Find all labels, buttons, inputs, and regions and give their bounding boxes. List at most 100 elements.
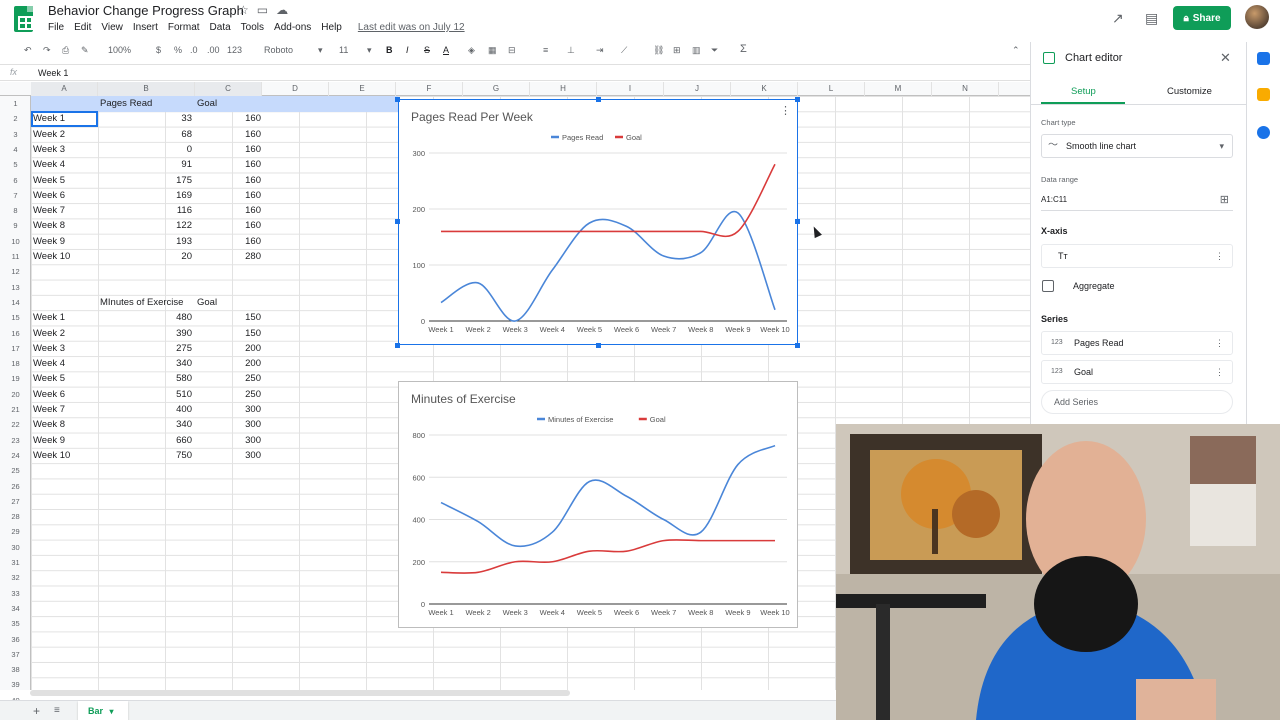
formula-input[interactable]: Week 1 (38, 68, 68, 78)
cell[interactable]: 122 (98, 218, 192, 233)
cell[interactable]: 160 (195, 234, 261, 249)
sheet-tab-bar[interactable]: Bar ▾ (78, 701, 128, 720)
document-title[interactable]: Behavior Change Progress Graph (48, 3, 244, 18)
horizontal-scrollbar[interactable] (30, 690, 570, 696)
row-header[interactable]: 27 (0, 494, 31, 509)
row-header[interactable]: 17 (0, 341, 31, 356)
menu-view[interactable]: View (101, 22, 123, 33)
borders-icon[interactable]: ▦ (488, 45, 497, 56)
resize-handle[interactable] (596, 343, 601, 348)
tab-setup[interactable]: Setup (1071, 86, 1096, 97)
row-header[interactable]: 36 (0, 632, 31, 647)
cell[interactable]: Week 8 (33, 218, 97, 233)
row-header[interactable]: 26 (0, 479, 31, 494)
cell[interactable]: 160 (195, 142, 261, 157)
resize-handle[interactable] (395, 219, 400, 224)
cell[interactable]: 116 (98, 203, 192, 218)
cell[interactable]: Goal (197, 96, 262, 111)
cell[interactable]: 275 (98, 341, 192, 356)
cell[interactable]: 580 (98, 371, 192, 386)
text-wrap-icon[interactable]: ⇥ (596, 45, 604, 56)
chart-pages-read[interactable]: Pages Read Per Week ⋮ 0 100 200 300 Week 1 We… (398, 99, 798, 345)
insert-chart-icon[interactable]: ▥ (692, 45, 701, 56)
cell[interactable]: 280 (195, 249, 261, 264)
column-header-g[interactable]: G (463, 82, 530, 96)
print-icon[interactable]: ⎙ (62, 45, 69, 56)
functions-button[interactable]: Σ (740, 43, 747, 55)
filter-icon[interactable]: ⏷ (711, 45, 718, 56)
column-header-i[interactable]: I (597, 82, 664, 96)
cell[interactable]: Week 3 (33, 341, 97, 356)
cell[interactable]: Week 7 (33, 203, 97, 218)
fill-color-icon[interactable]: ◈ (468, 45, 475, 56)
cell[interactable]: 175 (98, 173, 192, 188)
cell[interactable]: Week 4 (33, 157, 97, 172)
row-header[interactable]: 28 (0, 509, 31, 524)
cell[interactable]: 160 (195, 111, 261, 126)
cell[interactable]: Week 9 (33, 433, 97, 448)
row-header[interactable]: 32 (0, 570, 31, 585)
row-header[interactable]: 13 (0, 280, 31, 295)
vertical-align-icon[interactable]: ⊥ (567, 45, 575, 56)
cell[interactable]: Week 5 (33, 371, 97, 386)
column-header-a[interactable]: A (31, 82, 98, 96)
cell[interactable]: 300 (195, 433, 261, 448)
close-icon[interactable]: ✕ (1220, 50, 1231, 66)
cell[interactable]: 750 (98, 448, 192, 463)
row-header[interactable]: 16 (0, 326, 31, 341)
increase-decimal-button[interactable]: .00 (207, 45, 220, 55)
chevron-down-icon[interactable]: ▾ (367, 45, 372, 56)
cell[interactable]: 300 (195, 402, 261, 417)
cell[interactable]: 33 (98, 111, 192, 126)
text-rotate-icon[interactable]: ⟋ (621, 45, 627, 56)
row-header[interactable]: 6 (0, 173, 31, 188)
row-header[interactable]: 24 (0, 448, 31, 463)
cell[interactable]: 20 (98, 249, 192, 264)
row-header[interactable]: 23 (0, 433, 31, 448)
series-item[interactable]: 123 Pages Read ⋮ (1041, 331, 1233, 355)
chart-minutes-exercise[interactable]: Minutes of Exercise 0 200 400 600 800 Week 1 W… (398, 381, 798, 628)
cell[interactable]: Week 4 (33, 356, 97, 371)
merge-cells-icon[interactable]: ⊟ (508, 45, 516, 56)
resize-handle[interactable] (795, 97, 800, 102)
cell[interactable]: Week 3 (33, 142, 97, 157)
row-header[interactable]: 21 (0, 402, 31, 417)
cell[interactable]: Week 6 (33, 387, 97, 402)
cell[interactable]: Pages Read (100, 96, 195, 111)
resize-handle[interactable] (395, 97, 400, 102)
cell[interactable]: 400 (98, 402, 192, 417)
tasks-icon[interactable] (1257, 126, 1270, 139)
menu-help[interactable]: Help (321, 22, 342, 33)
active-cell-A2[interactable] (31, 111, 98, 127)
sheets-logo-icon[interactable] (14, 6, 33, 32)
percent-format-button[interactable]: % (174, 45, 182, 55)
paint-format-icon[interactable]: ✎ (81, 45, 89, 56)
comments-icon[interactable]: ▤ (1145, 10, 1158, 27)
cell[interactable]: Week 7 (33, 402, 97, 417)
more-formats-button[interactable]: 123 (227, 45, 242, 55)
last-edit-link[interactable]: Last edit was on July 12 (358, 22, 465, 33)
cell[interactable]: 390 (98, 326, 192, 341)
column-header-d[interactable]: D (262, 82, 329, 96)
cell[interactable]: Week 6 (33, 188, 97, 203)
menu-format[interactable]: Format (168, 22, 200, 33)
cell[interactable]: Week 2 (33, 127, 97, 142)
cloud-status-icon[interactable]: ☁ (276, 3, 296, 17)
cell[interactable]: 160 (195, 127, 261, 142)
cell[interactable]: Week 10 (33, 448, 97, 463)
row-header[interactable]: 8 (0, 203, 31, 218)
decrease-decimal-button[interactable]: .0 (190, 45, 198, 55)
row-header[interactable]: 7 (0, 188, 31, 203)
star-icon[interactable]: ☆ (238, 3, 257, 17)
row-header[interactable]: 39 (0, 677, 31, 692)
cell[interactable]: Week 1 (33, 310, 97, 325)
row-header[interactable]: 3 (0, 127, 31, 142)
row-header[interactable]: 35 (0, 616, 31, 631)
select-range-icon[interactable]: ⊞ (1220, 189, 1229, 211)
cell[interactable]: 160 (195, 188, 261, 203)
add-series-button[interactable]: Add Series (1041, 390, 1233, 414)
column-header-f[interactable]: F (396, 82, 463, 96)
cell[interactable]: 250 (195, 371, 261, 386)
bold-button[interactable]: B (386, 45, 393, 55)
row-header[interactable]: 2 (0, 111, 31, 126)
